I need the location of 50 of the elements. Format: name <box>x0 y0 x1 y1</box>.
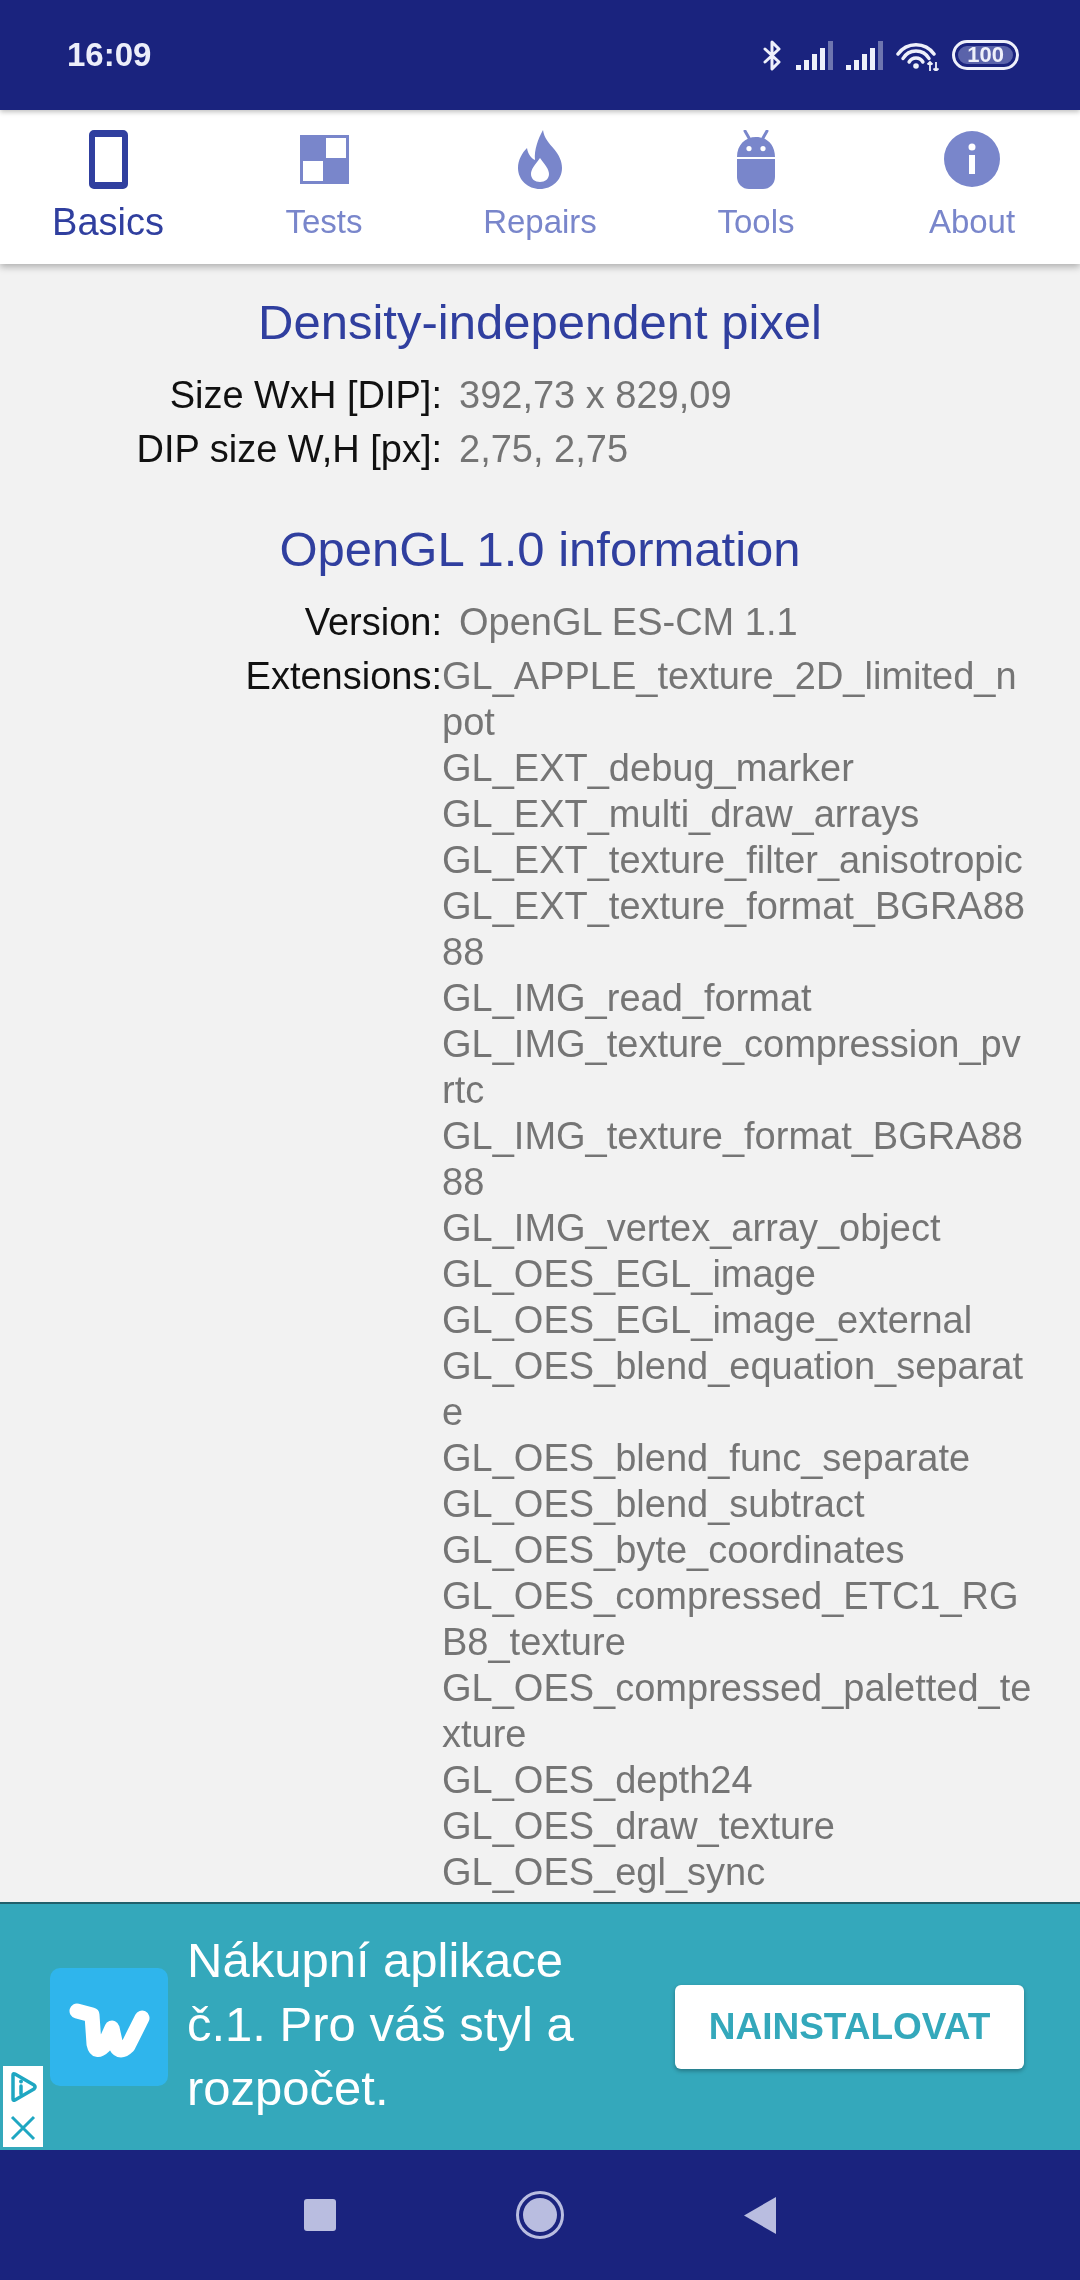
field-label: Size WxH [DIP]: <box>169 374 442 416</box>
flame-icon <box>518 129 562 189</box>
robot-icon <box>736 129 776 189</box>
install-button[interactable]: NAINSTALOVAT <box>675 1985 1024 2069</box>
extension-name: GL_EXT_multi_draw_arrays <box>442 792 921 837</box>
extension-name: GL_OES_blend_func_separate <box>442 1436 972 1481</box>
extension-name: GL_OES_byte_coordinates <box>442 1528 906 1573</box>
tab[interactable]: Tools <box>648 110 864 264</box>
signal-icon <box>846 40 884 70</box>
play-info-icon[interactable] <box>8 2071 38 2104</box>
tab[interactable]: Basics <box>0 110 216 264</box>
extension-name: GL_OES_compressed_paletted_texture <box>442 1666 1032 1757</box>
field-label: DIP size W,H [px]: <box>136 428 442 470</box>
tab[interactable]: Repairs <box>432 110 648 264</box>
extension-name: GL_OES_compressed_ETC1_RGB8_texture <box>442 1574 1020 1665</box>
status-time: 16:09 <box>67 35 152 75</box>
tab[interactable]: About <box>864 110 1080 264</box>
extension-name: GL_OES_depth24 <box>442 1758 754 1803</box>
tab[interactable]: Tests <box>216 110 432 264</box>
section-title: OpenGL 1.0 information <box>278 521 802 577</box>
extension-name: GL_EXT_texture_filter_anisotropic <box>442 838 1024 883</box>
ad-text: Nákupní aplikace č.1. Pro váš styl a rozpočet. <box>187 1932 575 2117</box>
phone-icon <box>88 129 128 189</box>
home-icon[interactable] <box>516 2191 564 2239</box>
extension-name: GL_OES_blend_subtract <box>442 1482 866 1527</box>
checkerboard-icon <box>299 134 349 184</box>
extension-name: GL_OES_egl_sync <box>442 1850 767 1895</box>
section-title: Density-independent pixel <box>257 294 823 350</box>
extension-name: GL_IMG_vertex_array_object <box>442 1206 942 1251</box>
field-value: 2,75, 2,75 <box>459 427 629 472</box>
field-label: Version: <box>304 601 442 643</box>
extension-name: GL_APPLE_texture_2D_limited_npot <box>442 654 1018 745</box>
close-icon[interactable] <box>9 2113 37 2142</box>
extension-name: GL_OES_draw_texture <box>442 1804 836 1849</box>
extension-name: GL_EXT_texture_format_BGRA8888 <box>442 884 1026 975</box>
extension-name: GL_IMG_texture_format_BGRA8888 <box>442 1114 1024 1205</box>
extension-name: GL_OES_EGL_image <box>442 1252 817 1297</box>
battery-indicator: 100 <box>952 40 1019 70</box>
field-label: Extensions: <box>245 655 442 697</box>
signal-icon <box>796 40 834 70</box>
extension-name: GL_IMG_texture_compression_pvrtc <box>442 1022 1022 1113</box>
extension-name: GL_IMG_read_format <box>442 976 813 1021</box>
logo-icon <box>50 1968 168 2086</box>
info-icon <box>944 131 1000 187</box>
extension-name: GL_OES_EGL_image_external <box>442 1298 974 1343</box>
back-icon[interactable] <box>744 2196 776 2234</box>
field-value: OpenGL ES-CM 1.1 <box>459 600 798 645</box>
extension-name: GL_EXT_debug_marker <box>442 746 855 791</box>
field-value: 392,73 x 829,09 <box>459 373 732 418</box>
extension-name: GL_OES_blend_equation_separate <box>442 1344 1024 1435</box>
